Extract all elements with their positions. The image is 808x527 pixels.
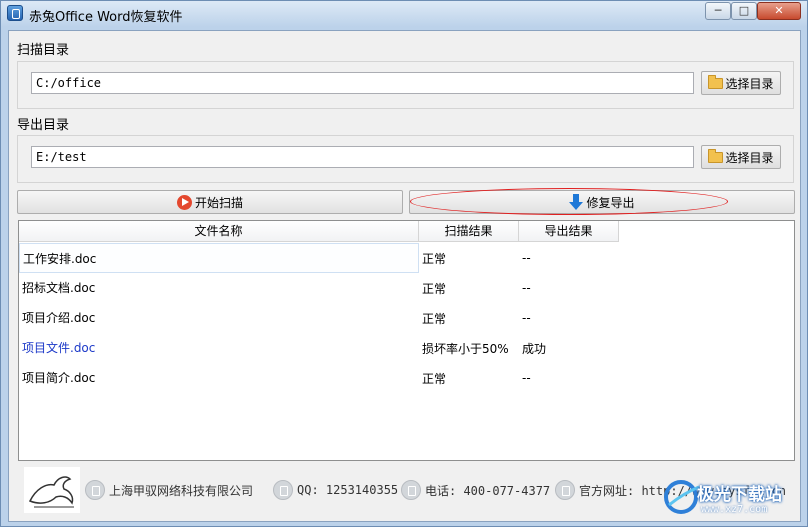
window-title: 赤兔Office Word恢复软件 [29,10,183,25]
building-icon [85,480,105,500]
export-result-cell: 成功 [522,341,547,356]
scan-dir-input[interactable]: C:/office [31,72,694,94]
export-result-cell: -- [522,251,531,265]
export-result-cell: -- [522,311,531,325]
table-row[interactable]: 项目文件.doc 损坏率小于50% 成功 [19,333,619,363]
globe-icon [555,480,575,500]
scan-choose-dir-label: 选择目录 [725,76,774,91]
footer-phone: 电话: 400-077-4377 [401,480,550,500]
table-row[interactable]: 招标文档.doc 正常 -- [19,273,619,303]
maximize-button[interactable]: □ [731,2,757,20]
table-row[interactable]: 项目简介.doc 正常 -- [19,363,619,393]
title-bar[interactable]: 赤兔Office Word恢复软件 ─ □ ✕ [1,1,807,27]
qq-number: QQ: 1253140355 [297,483,399,497]
file-name-cell: 项目文件.doc [22,341,96,355]
company-logo [24,467,80,513]
client-area: 扫描目录 C:/office 选择目录 导出目录 E:/test 选择目录 开始… [8,30,801,522]
table-row[interactable]: 项目介绍.doc 正常 -- [19,303,619,333]
play-icon [176,194,192,210]
table-header: 文件名称 扫描结果 导出结果 [19,221,619,242]
repair-export-button[interactable]: 修复导出 [409,190,795,214]
export-result-cell: -- [522,371,531,385]
scan-result-cell: 正常 [422,281,447,296]
scan-result-cell: 正常 [422,251,447,266]
export-dir-label: 导出目录 [17,118,70,133]
column-header-export-result[interactable]: 导出结果 [519,221,619,242]
scan-choose-dir-button[interactable]: 选择目录 [701,71,781,95]
export-dir-input[interactable]: E:/test [31,146,694,168]
company-name: 上海甲驭网络科技有限公司 [109,483,254,498]
export-choose-dir-label: 选择目录 [725,150,774,165]
start-scan-label: 开始扫描 [194,195,243,210]
footer-company: 上海甲驭网络科技有限公司 [85,480,253,500]
repair-export-label: 修复导出 [586,195,635,210]
footer-qq: QQ: 1253140355 [273,480,398,500]
scan-result-cell: 正常 [422,311,447,326]
folder-icon [708,74,724,89]
watermark: 极光下载站 www.xz7.com [661,471,806,526]
minimize-button[interactable]: ─ [705,2,731,20]
scan-dir-group: C:/office 选择目录 [17,61,794,109]
close-button[interactable]: ✕ [757,2,801,20]
scan-result-cell: 损坏率小于50% [422,341,509,356]
table-row[interactable]: 工作安排.doc 正常 -- [19,243,619,273]
column-header-scan-result[interactable]: 扫描结果 [419,221,519,242]
app-icon [7,5,23,21]
watermark-url: www.xz7.com [701,504,768,515]
file-name-cell: 招标文档.doc [22,281,96,295]
watermark-text: 极光下载站 [697,485,782,505]
scan-result-cell: 正常 [422,371,447,386]
qq-icon [273,480,293,500]
watermark-logo-icon [664,480,700,514]
phone-icon [401,480,421,500]
file-name-cell: 项目简介.doc [22,371,96,385]
column-header-file-name[interactable]: 文件名称 [19,221,419,242]
start-scan-button[interactable]: 开始扫描 [17,190,403,214]
folder-icon [708,148,724,163]
file-name-cell: 工作安排.doc [19,243,419,273]
scan-dir-label: 扫描目录 [17,43,70,58]
phone-number: 电话: 400-077-4377 [425,483,551,498]
export-result-cell: -- [522,281,531,295]
file-table[interactable]: 文件名称 扫描结果 导出结果 工作安排.doc 正常 -- 招标文档.doc 正… [18,220,795,461]
app-window: 赤兔Office Word恢复软件 ─ □ ✕ 扫描目录 C:/office 选… [0,0,808,527]
export-dir-group: E:/test 选择目录 [17,135,794,183]
file-name-cell: 项目介绍.doc [22,311,96,325]
export-choose-dir-button[interactable]: 选择目录 [701,145,781,169]
download-arrow-icon [569,194,584,210]
